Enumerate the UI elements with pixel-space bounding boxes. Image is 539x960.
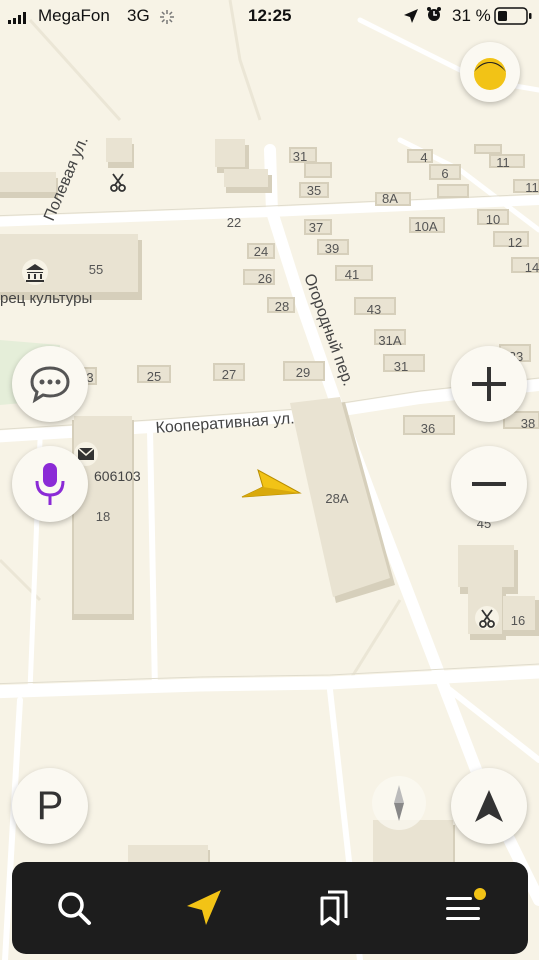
house-number: 31 [394, 359, 408, 374]
alice-button[interactable] [460, 42, 520, 102]
activity-spinner-icon [160, 9, 174, 29]
house-number: 25 [147, 369, 161, 384]
house-number: 31 [293, 149, 307, 164]
house-number: 41 [345, 267, 359, 282]
bottom-navigation-bar [12, 862, 528, 954]
bookmarks-icon [320, 890, 348, 926]
navigator-button[interactable] [176, 880, 232, 936]
house-number: 36 [421, 421, 435, 436]
search-icon [58, 892, 91, 925]
house-number: 18 [96, 509, 110, 524]
post-office-label: 606103 [94, 468, 141, 484]
culture-house-label: рец культуры [0, 290, 92, 307]
house-number: 4 [420, 150, 427, 165]
house-number: 16 [511, 613, 525, 628]
barber-scissors-icon[interactable] [106, 170, 130, 194]
battery-icon [494, 7, 532, 30]
minus-icon [472, 482, 506, 486]
clock: 12:25 [248, 6, 292, 25]
parking-button[interactable]: P [12, 768, 88, 844]
navigator-arrow-icon [187, 890, 221, 925]
house-number: 31А [378, 333, 401, 348]
search-button[interactable] [46, 880, 102, 936]
house-number: 10 [486, 212, 500, 227]
house-number: 14 [525, 260, 539, 275]
house-number: 11 [496, 155, 510, 170]
house-number: 24 [254, 244, 268, 259]
house-number: 22 [227, 215, 241, 230]
plus-icon [472, 367, 506, 401]
house-number: 38 [521, 416, 535, 431]
menu-button[interactable] [436, 880, 492, 936]
alarm-clock-icon [426, 6, 442, 28]
house-number: 55 [89, 262, 103, 277]
house-number: 11 [525, 180, 539, 195]
carrier-name: MegaFon [38, 6, 110, 25]
compass-icon [394, 785, 404, 821]
zoom-out-button[interactable] [451, 446, 527, 522]
my-location-button[interactable] [451, 768, 527, 844]
microphone-icon [35, 463, 65, 505]
house-number: 26 [258, 271, 272, 286]
alice-logo [474, 58, 506, 90]
parking-label: P [36, 783, 64, 828]
battery-percent: 31 % [452, 6, 491, 25]
signal-bars-icon [8, 9, 30, 29]
chat-button[interactable] [12, 346, 88, 422]
museum-icon[interactable] [22, 259, 48, 285]
bookmarks-button[interactable] [306, 880, 362, 936]
house-number: 28 [275, 299, 289, 314]
house-number: 39 [325, 241, 339, 256]
house-number: 10А [414, 219, 437, 234]
menu-icon [446, 888, 486, 920]
house-number: 12 [508, 235, 522, 250]
chat-bubble-icon [30, 366, 70, 404]
house-number: 29 [296, 365, 310, 380]
house-number: 27 [222, 367, 236, 382]
north-arrow-icon [475, 790, 503, 822]
compass-button[interactable] [372, 776, 426, 830]
house-number: 43 [367, 302, 381, 317]
network-type: 3G [127, 6, 150, 25]
house-number: 28А [325, 491, 348, 506]
status-bar: MegaFon 3G 12:25 31 % [0, 0, 539, 32]
house-number: 8А [382, 191, 398, 206]
house-number: 6 [441, 166, 448, 181]
location-services-icon [404, 8, 418, 28]
zoom-in-button[interactable] [451, 346, 527, 422]
house-number: 35 [307, 183, 321, 198]
house-number: 37 [309, 220, 323, 235]
barber-scissors-icon[interactable] [475, 606, 499, 630]
voice-search-button[interactable] [12, 446, 88, 522]
